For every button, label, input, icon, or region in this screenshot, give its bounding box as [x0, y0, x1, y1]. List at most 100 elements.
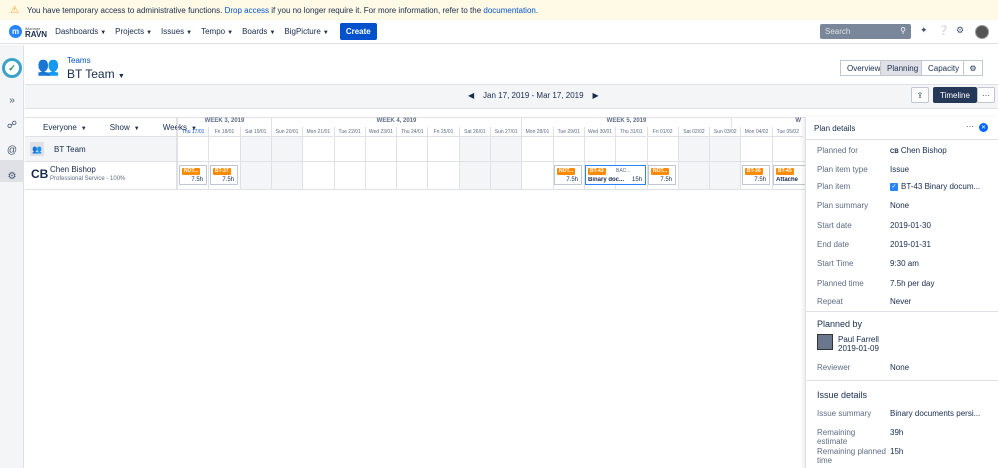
planning-icon[interactable]: ☍ [5, 118, 19, 132]
create-button[interactable]: Create [339, 23, 377, 40]
planner-date: 2019-01-09 [838, 344, 879, 353]
plan-block-selected[interactable]: BT-43 BAC... Binary doc... 15h [585, 165, 646, 185]
plan-block[interactable]: NOT... 7.5h [554, 165, 582, 185]
previous-arrow-icon[interactable]: ◀ [468, 91, 474, 100]
checkbox-icon: ✓ [890, 182, 898, 191]
plan-hours: 15h [631, 177, 642, 183]
app-logo[interactable]: m iManage RAVN [9, 25, 47, 38]
day-column[interactable] [709, 137, 741, 189]
field-value: 39h [890, 428, 904, 437]
nav-issues[interactable]: Issues ▼ [161, 27, 192, 36]
day-column[interactable] [490, 137, 522, 189]
user-avatar[interactable] [975, 25, 989, 39]
week-header: WEEK 3, 2019 [177, 118, 271, 127]
export-icon[interactable]: ⇪ [911, 87, 929, 103]
person-role: Professional Service - 100% [50, 176, 126, 182]
day-column[interactable] [302, 137, 333, 189]
nav-projects[interactable]: Projects ▼ [115, 27, 152, 36]
nav-boards[interactable]: Boards ▼ [242, 27, 275, 36]
day-column[interactable] [239, 137, 271, 189]
at-icon[interactable]: @ [5, 143, 19, 157]
day-column[interactable] [677, 137, 710, 189]
plan-block[interactable]: BT-36 7.5h [742, 165, 770, 185]
tempo-app-icon[interactable]: ✓ [2, 58, 22, 78]
plan-block[interactable]: NOT... 7.5h [648, 165, 676, 185]
team-title[interactable]: BT Team ▼ [67, 67, 125, 81]
logo-icon: m [9, 25, 22, 38]
week-header: WEEK 5, 2019 [521, 118, 731, 127]
row-divider [25, 189, 805, 190]
notifications-icon[interactable]: ✦ [920, 25, 928, 36]
settings-gear-icon[interactable]: ⚙ [956, 25, 964, 36]
nav-tempo[interactable]: Tempo ▼ [201, 27, 233, 36]
day-header: Tue 05/02 [771, 127, 803, 137]
help-icon[interactable]: ❔ [938, 25, 949, 36]
everyone-filter[interactable]: Everyone ▼ [34, 123, 87, 132]
team-row[interactable]: 👥 BT Team [25, 137, 177, 161]
drop-access-link[interactable]: Drop access [225, 6, 269, 15]
team-settings-icon[interactable]: ⚙ [963, 60, 983, 76]
next-arrow-icon[interactable]: ▶ [592, 91, 598, 100]
day-header: Thu 24/01 [396, 127, 428, 137]
gear-icon[interactable]: ⚙ [5, 169, 19, 183]
day-column[interactable] [396, 137, 427, 189]
plan-hours: 7.5h [566, 177, 578, 183]
person-name: Chen Bishop [50, 165, 96, 174]
plan-block[interactable]: NOT... 7.5h [179, 165, 207, 185]
field-label: Planned time [817, 279, 864, 288]
week-header: W [731, 118, 805, 127]
logo-big: RAVN [25, 29, 48, 39]
timeline-button[interactable]: Timeline [933, 87, 977, 103]
plan-key: NOT... [182, 168, 201, 175]
divider [806, 139, 998, 140]
day-header: Sat 26/01 [458, 127, 490, 137]
day-column[interactable] [521, 137, 552, 189]
field-value: 2019-01-31 [890, 240, 931, 249]
plan-block[interactable]: BT-45 Attache [773, 165, 805, 185]
divider [806, 311, 998, 312]
chevron-down-icon: ▼ [227, 30, 234, 36]
tab-capacity[interactable]: Capacity [921, 60, 967, 76]
day-header: Mon 28/01 [521, 127, 553, 137]
planning-grid: Everyone ▼ Show ▼ Weeks ▼ WEEK 3, 2019 WEEK… [25, 117, 805, 468]
person-row[interactable]: CB Chen Bishop Professional Service - 10… [25, 161, 177, 189]
plan-summary: Attache [776, 177, 799, 183]
plan-block[interactable]: BT-37 7.5h [210, 165, 238, 185]
expand-icon[interactable]: » [5, 93, 19, 107]
field-value: Never [890, 297, 912, 306]
field-label: Remaining estimate [817, 428, 856, 446]
field-label: End date [817, 240, 850, 249]
nav-bigpicture[interactable]: BigPicture ▼ [284, 27, 328, 36]
banner-text: You have temporary access to administrat… [26, 5, 223, 15]
planned-by-heading: Planned by [817, 319, 863, 329]
nav-dashboards[interactable]: Dashboards ▼ [55, 27, 106, 36]
day-column[interactable] [364, 137, 396, 189]
field-value: CB Chen Bishop [890, 146, 947, 155]
chevron-down-icon: ▼ [269, 30, 276, 36]
planner-name: Paul Farrell [838, 335, 879, 344]
field-value: Issue [890, 165, 910, 174]
field-value: 2019-01-30 [890, 221, 931, 230]
plan-key: BT-36 [745, 168, 763, 175]
day-column[interactable] [458, 137, 490, 189]
breadcrumb-teams[interactable]: Teams [67, 56, 91, 65]
day-column[interactable] [333, 137, 365, 189]
field-value: 9:30 am [890, 259, 919, 268]
documentation-link[interactable]: documentation [483, 6, 535, 15]
day-header: Sun 27/01 [490, 127, 522, 137]
day-header: Sun 03/02 [709, 127, 741, 137]
tab-planning[interactable]: Planning [880, 60, 926, 76]
day-header: Thu 31/01 [615, 127, 647, 137]
more-options-button[interactable]: ··· [977, 87, 995, 103]
plan-key: BT-37 [213, 168, 231, 175]
day-column[interactable] [270, 137, 303, 189]
day-column[interactable] [427, 137, 458, 189]
search-input[interactable]: Search ⚲ [820, 24, 911, 39]
plan-item-link[interactable]: ✓ BT-43 Binary docum... [890, 182, 980, 191]
panel-more-icon[interactable]: ··· [966, 122, 974, 131]
close-icon[interactable]: ✕ [979, 123, 988, 132]
date-range-label: Jan 17, 2019 - Mar 17, 2019 [483, 91, 584, 100]
plan-status: BAC... [616, 168, 631, 174]
show-filter[interactable]: Show ▼ [101, 123, 140, 132]
plan-key: NOT... [557, 168, 576, 175]
